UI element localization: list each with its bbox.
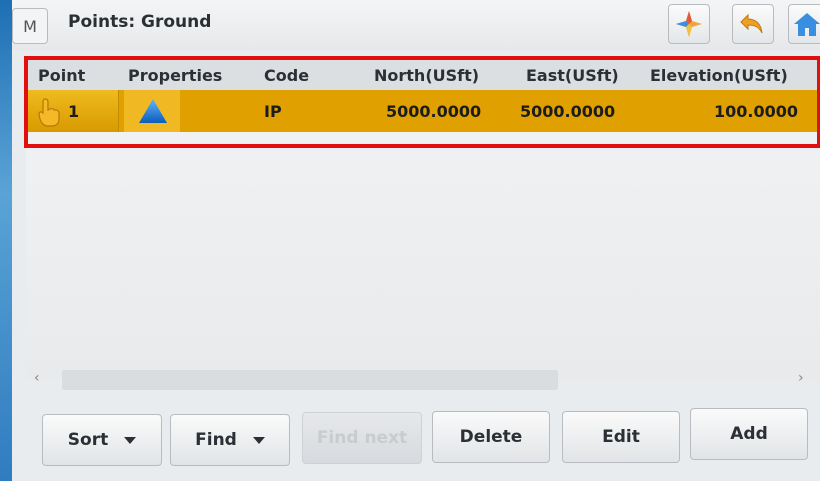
table-row[interactable]: 1 IP 5000.0000 5000.0000 100.0000 xyxy=(26,90,820,132)
sort-label: Sort xyxy=(67,430,109,450)
menu-button[interactable]: M xyxy=(12,8,48,44)
properties-cell xyxy=(124,90,180,132)
undo-button[interactable] xyxy=(732,4,774,44)
menu-glyph: M xyxy=(23,16,37,36)
north-cell: 5000.0000 xyxy=(386,102,482,121)
column-header-east[interactable]: East(USft) xyxy=(526,66,619,85)
east-cell: 5000.0000 xyxy=(520,102,616,121)
point-number: 1 xyxy=(68,102,80,121)
delete-button[interactable]: Delete xyxy=(432,411,550,463)
column-header-properties[interactable]: Properties xyxy=(128,66,222,85)
title-bar: M Points: Ground xyxy=(12,0,820,50)
scroll-right-icon[interactable]: › xyxy=(798,370,804,386)
table-header: Point Properties Code North(USft) East(U… xyxy=(26,60,820,90)
horizontal-scrollbar[interactable]: ‹ › xyxy=(26,370,820,390)
edit-label: Edit xyxy=(602,427,640,447)
find-next-label: Find next xyxy=(316,428,408,448)
compass-star-icon xyxy=(676,11,702,37)
chevron-down-icon xyxy=(252,436,265,444)
add-button[interactable]: Add xyxy=(690,408,808,460)
point-cell[interactable]: 1 xyxy=(26,90,119,132)
home-button[interactable] xyxy=(788,4,820,44)
column-header-point[interactable]: Point xyxy=(38,66,85,85)
triangle-point-icon xyxy=(139,99,167,123)
column-header-north[interactable]: North(USft) xyxy=(374,66,479,85)
find-label: Find xyxy=(195,430,237,450)
add-label: Add xyxy=(730,424,768,444)
column-header-code[interactable]: Code xyxy=(264,66,309,85)
app-screen: M Points: Ground Point Properties Code N… xyxy=(12,0,820,481)
elevation-cell: 100.0000 xyxy=(714,102,799,121)
scroll-left-icon[interactable]: ‹ xyxy=(34,370,40,386)
chevron-down-icon xyxy=(124,436,137,444)
sort-button[interactable]: Sort xyxy=(42,414,162,466)
page-title: Points: Ground xyxy=(68,12,212,32)
scrollbar-thumb[interactable] xyxy=(62,370,558,390)
screen-bezel-left xyxy=(0,0,12,481)
find-button[interactable]: Find xyxy=(170,414,290,466)
edit-button[interactable]: Edit xyxy=(562,411,680,463)
code-cell: IP xyxy=(264,102,282,121)
delete-label: Delete xyxy=(459,427,523,447)
home-icon xyxy=(794,13,820,36)
compass-star-button[interactable] xyxy=(668,4,710,44)
column-header-elevation[interactable]: Elevation(USft) xyxy=(650,66,788,85)
find-next-button[interactable]: Find next xyxy=(302,412,422,464)
points-table: Point Properties Code North(USft) East(U… xyxy=(26,60,820,380)
undo-icon xyxy=(740,13,763,34)
hand-pointer-icon xyxy=(38,98,60,127)
